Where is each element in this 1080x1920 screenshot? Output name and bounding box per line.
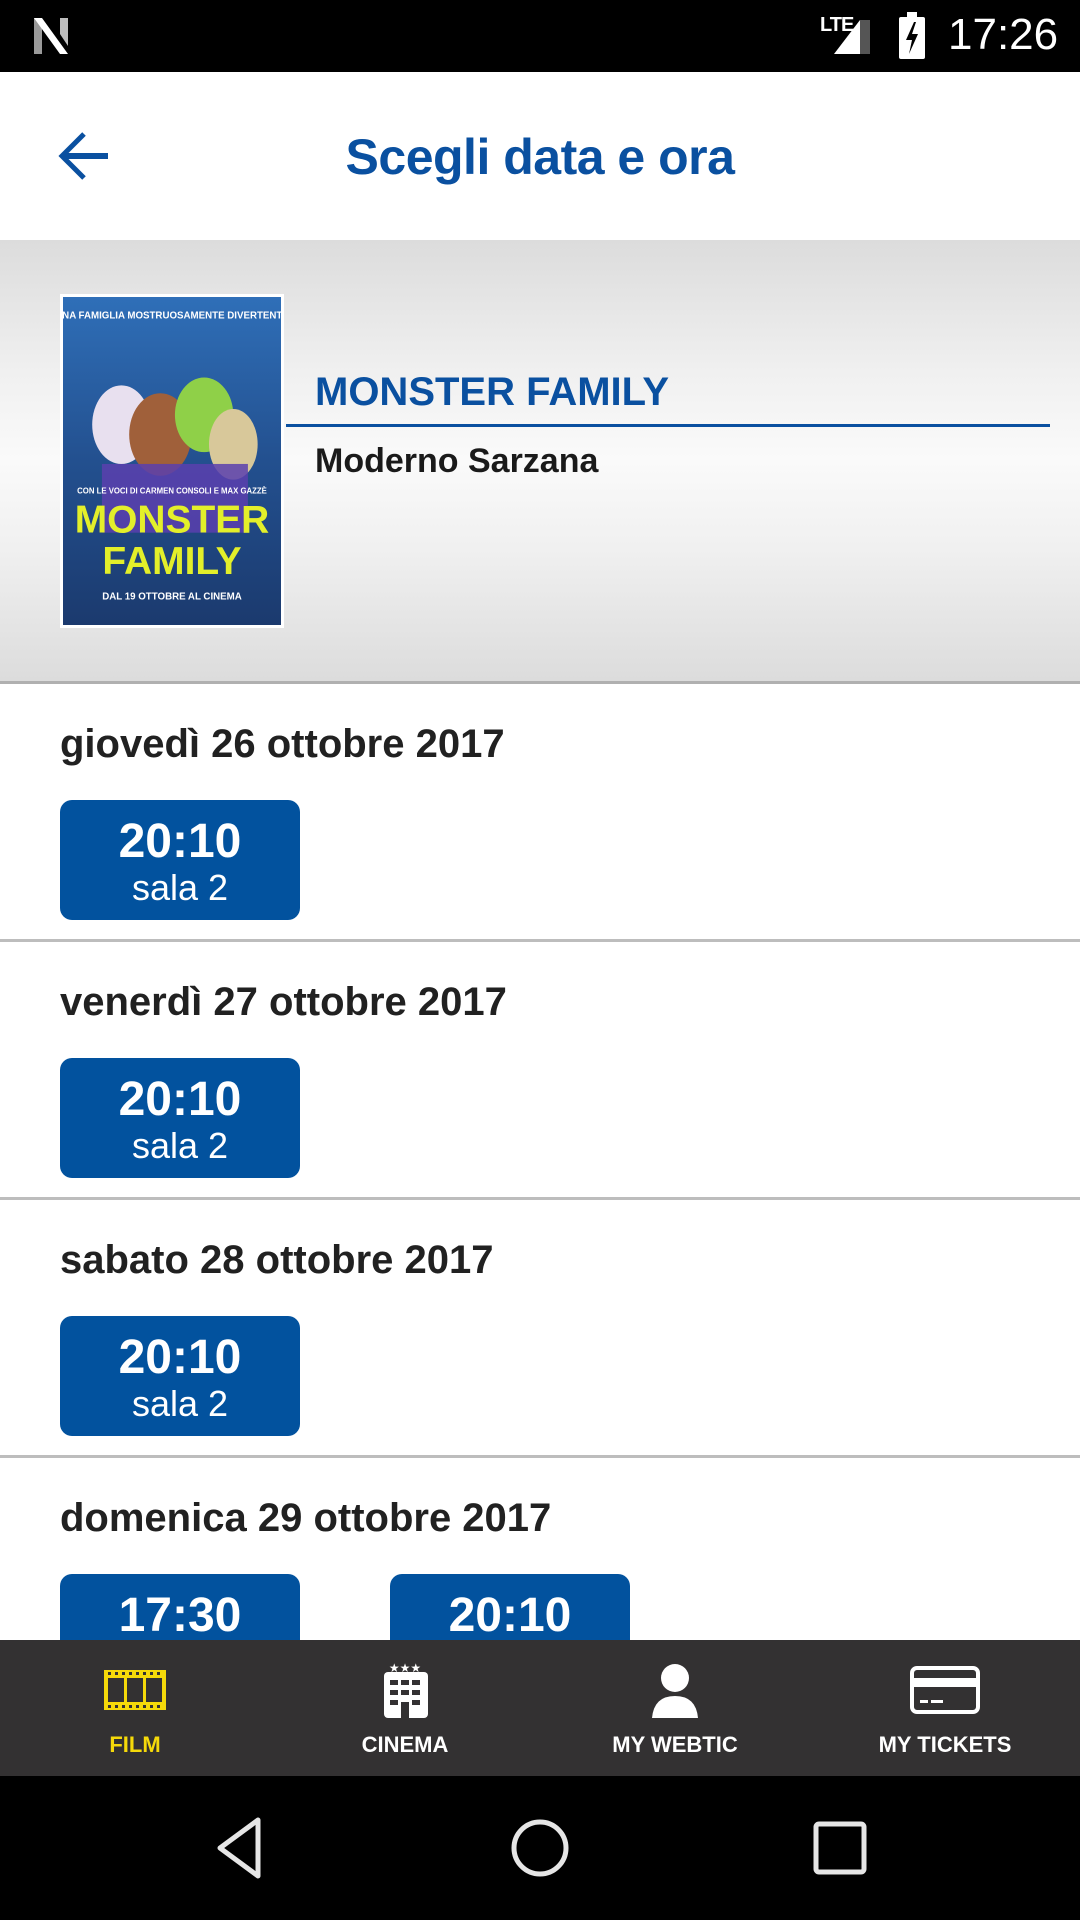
day-section: giovedì 26 ottobre 2017 20:10 sala 2: [0, 684, 1080, 942]
movie-poster: UNA FAMIGLIA MOSTRUOSAMENTE DIVERTENTE C…: [60, 294, 284, 628]
showtimes: 17:30 20:10: [60, 1574, 630, 1640]
showtime-room: sala 2: [131, 1125, 229, 1166]
film-strip-icon: [104, 1670, 166, 1710]
nav-item-cinema[interactable]: ★★★ CINEMA: [270, 1640, 540, 1776]
system-back-icon[interactable]: [208, 1816, 272, 1880]
bottom-nav: FILM ★★★ CINEMA MY WEBTIC MY TICKETS: [0, 1640, 1080, 1776]
screen: LTE 17:26 Scegli data e ora UNA FAMIGLIA…: [0, 0, 1080, 1920]
system-home-icon[interactable]: [508, 1816, 572, 1880]
showtimes: 20:10 sala 2: [60, 800, 300, 920]
day-section: domenica 29 ottobre 2017 17:30 20:10: [0, 1458, 1080, 1640]
lte-signal-icon: [834, 20, 870, 54]
showtime-button[interactable]: 20:10 sala 2: [60, 1058, 300, 1178]
user-icon: [652, 1664, 698, 1718]
showtime-time: 20:10: [118, 1073, 242, 1126]
day-title: sabato 28 ottobre 2017: [60, 1238, 494, 1282]
showtimes: 20:10 sala 2: [60, 1316, 300, 1436]
showtime-time: 20:10: [118, 815, 242, 868]
showtime-button[interactable]: 17:30: [60, 1574, 300, 1640]
android-n-logo-icon: [34, 18, 68, 54]
cinema-building-icon: ★★★: [384, 1661, 428, 1718]
clock: 17:26: [948, 10, 1059, 59]
showtime-button[interactable]: 20:10: [390, 1574, 630, 1640]
nav-label: CINEMA: [361, 1732, 449, 1757]
showtimes: 20:10 sala 2: [60, 1058, 300, 1178]
battery-charging-icon: [899, 12, 925, 59]
page-title: Scegli data e ora: [345, 129, 735, 185]
poster-title-2: FAMILY: [102, 540, 241, 583]
title-divider: [286, 424, 1050, 427]
nav-item-my-tickets[interactable]: MY TICKETS: [810, 1640, 1080, 1776]
nav-item-my-webtic[interactable]: MY WEBTIC: [540, 1640, 810, 1776]
showtime-time: 20:10: [448, 1589, 572, 1641]
day-title: domenica 29 ottobre 2017: [60, 1496, 552, 1540]
day-title: venerdì 27 ottobre 2017: [60, 980, 507, 1024]
system-nav-bar: [0, 1776, 1080, 1920]
system-recents-icon[interactable]: [808, 1816, 872, 1880]
showtime-button[interactable]: 20:10 sala 2: [60, 1316, 300, 1436]
day-title: giovedì 26 ottobre 2017: [60, 722, 505, 766]
poster-tagline: UNA FAMIGLIA MOSTRUOSAMENTE DIVERTENTE: [63, 311, 281, 322]
showtime-list[interactable]: giovedì 26 ottobre 2017 20:10 sala 2 ven…: [0, 684, 1080, 1640]
nav-label: FILM: [109, 1732, 161, 1757]
showtime-time: 20:10: [118, 1331, 242, 1384]
showtime-button[interactable]: 20:10 sala 2: [60, 800, 300, 920]
app-bar: Scegli data e ora: [0, 72, 1080, 240]
poster-title-1: MONSTER: [75, 499, 270, 542]
status-bar: LTE 17:26: [0, 0, 1080, 72]
showtime-room: sala 2: [131, 1383, 229, 1424]
cinema-name: Moderno Sarzana: [315, 442, 599, 480]
movie-title: MONSTER FAMILY: [315, 370, 670, 414]
day-section: sabato 28 ottobre 2017 20:10 sala 2: [0, 1200, 1080, 1458]
credit-card-icon: [910, 1666, 980, 1714]
showtime-room: sala 2: [131, 867, 229, 908]
poster-release: DAL 19 OTTOBRE AL CINEMA: [102, 591, 242, 602]
nav-item-film[interactable]: FILM: [0, 1640, 270, 1776]
day-section: venerdì 27 ottobre 2017 20:10 sala 2: [0, 942, 1080, 1200]
movie-header: UNA FAMIGLIA MOSTRUOSAMENTE DIVERTENTE C…: [0, 240, 1080, 684]
poster-voices: CON LE VOCI DI CARMEN CONSOLI E MAX GAZZ…: [77, 486, 267, 495]
nav-label: MY WEBTIC: [612, 1732, 738, 1757]
showtime-time: 17:30: [118, 1589, 242, 1641]
nav-label: MY TICKETS: [878, 1732, 1012, 1757]
